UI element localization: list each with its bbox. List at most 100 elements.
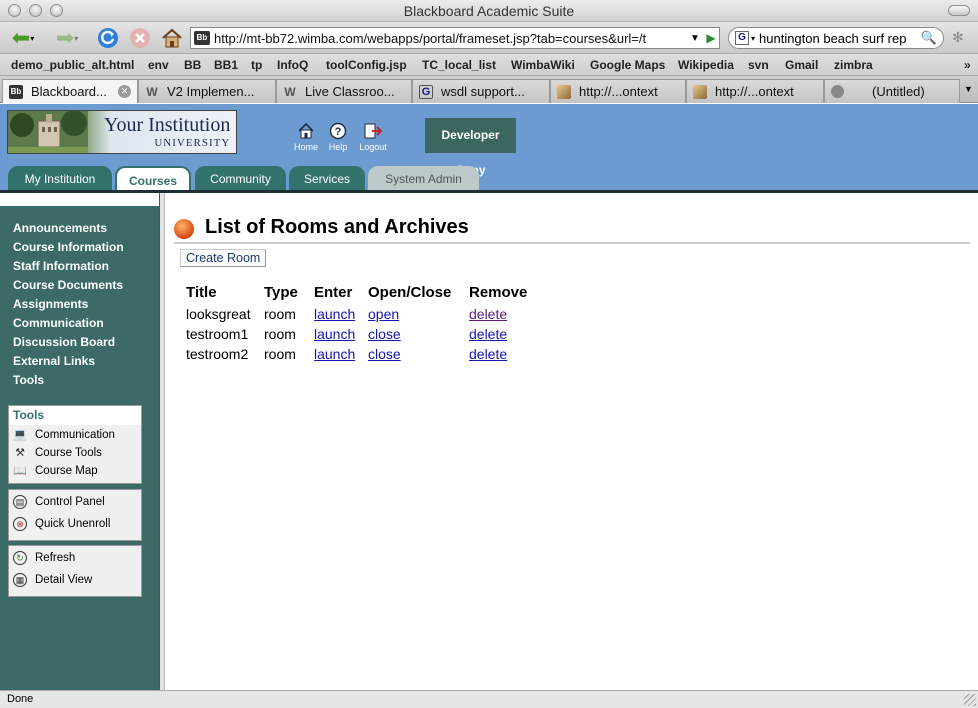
delete-link[interactable]: delete [469,306,507,322]
control-panel-link[interactable]: ▤ Control Panel [13,495,105,509]
browser-tab[interactable]: W V2 Implemen... [138,79,276,103]
nav-communication[interactable]: Communication [13,316,104,330]
bookmark-item[interactable]: BB1 [214,58,238,72]
bookmark-item[interactable]: WimbaWiki [511,58,575,72]
magnifier-icon[interactable]: 🔍 [921,30,937,46]
search-field[interactable]: G ▾ huntington beach surf rep 🔍 [728,27,944,49]
detail-view-link[interactable]: ▦ Detail View [13,573,92,587]
nav-assignments[interactable]: Assignments [13,297,88,311]
svg-text:?: ? [335,126,342,138]
forward-arrow-icon: ➡ [55,25,75,50]
tool-label: Quick Unenroll [35,518,111,530]
nav-announcements[interactable]: Announcements [13,221,107,235]
tool-label: Course Tools [35,447,102,459]
frame-divider[interactable] [159,193,165,690]
google-engine-icon[interactable]: G [735,31,749,45]
tab-system-admin[interactable]: System Admin [368,166,479,191]
url-dropdown-icon[interactable]: ▼ [687,33,703,44]
bookmark-item[interactable]: svn [748,58,769,72]
tab-label: Live Classroo... [305,84,395,99]
bookmark-item[interactable]: demo_public_alt.html [11,58,134,72]
tab-courses[interactable]: Courses [115,166,191,191]
view-box: ↻ Refresh ▦ Detail View [8,545,142,597]
nav-course-documents[interactable]: Course Documents [13,278,123,292]
tab-label: http://...ontext [715,84,794,99]
bookmark-item[interactable]: InfoQ [277,58,308,72]
home-button[interactable] [160,26,184,50]
tool-label: Refresh [35,552,76,564]
reload-button[interactable] [96,26,120,50]
room-title: testroom1 [186,326,249,342]
tool-label: Control Panel [35,496,105,508]
browser-tab[interactable]: G wsdl support... [412,79,550,103]
browser-tab[interactable]: W Live Classroo... [276,79,412,103]
main-content: List of Rooms and Archives Create Room T… [166,193,978,690]
campus-building-icon [8,111,88,153]
logo-title: Your Institution [104,114,231,136]
close-link[interactable]: close [368,346,401,362]
close-link[interactable]: close [368,326,401,342]
bookmark-item[interactable]: Google Maps [590,58,665,72]
logout-link[interactable]: Logout [353,122,393,152]
tool-communication[interactable]: 💻 Communication [13,428,115,442]
page-title: List of Rooms and Archives [205,216,469,238]
tool-course-tools[interactable]: ⚒ Course Tools [13,446,102,460]
delete-link[interactable]: delete [469,346,507,362]
create-room-button[interactable]: Create Room [180,249,267,267]
tab-label: V2 Implemen... [167,84,255,99]
help-link[interactable]: ? Help [318,122,358,152]
bookmark-item[interactable]: tp [251,58,262,72]
open-link[interactable]: open [368,306,399,322]
home-icon [162,28,182,48]
bookmark-item[interactable]: Wikipedia [678,58,734,72]
bookmark-item[interactable]: zimbra [834,58,873,72]
browser-tab[interactable]: http://...ontext [550,79,686,103]
bookmark-item[interactable]: BB [184,58,201,72]
back-button[interactable]: ⬅ ▾ [4,26,42,50]
tools-box-header: Tools [9,406,141,425]
tab-services[interactable]: Services [289,166,365,191]
bookmark-item[interactable]: Gmail [785,58,818,72]
bookmark-item[interactable]: TC_local_list [422,58,496,72]
room-title: testroom2 [186,346,249,362]
google-favicon-icon: G [419,84,433,99]
tab-community[interactable]: Community [195,166,286,191]
institution-logo[interactable]: Your Institution UNIVERSITY [7,110,237,154]
column-header-openclose: Open/Close [368,284,452,301]
close-tab-icon[interactable]: ✕ [118,85,131,98]
browser-tab[interactable]: (Untitled) [824,79,960,103]
reload-icon [98,28,118,48]
nav-discussion-board[interactable]: Discussion Board [13,335,115,349]
bb-header: Your Institution UNIVERSITY Home ? Help … [0,104,978,191]
go-arrow-icon[interactable]: ▶ [703,31,719,45]
forward-button[interactable]: ➡ ▾ [48,26,86,50]
browser-tab[interactable]: Bb Blackboard... ✕ [2,79,138,103]
course-menu: Announcements Course Information Staff I… [0,206,159,690]
tool-course-map[interactable]: 📖 Course Map [13,464,98,478]
address-bar[interactable]: Bb http://mt-bb72.wimba.com/webapps/port… [190,27,720,49]
toolbar-toggle-button[interactable] [948,5,970,16]
delete-link[interactable]: delete [469,326,507,342]
nav-staff-information[interactable]: Staff Information [13,259,109,273]
resize-grip-icon[interactable] [964,694,976,706]
nav-tools[interactable]: Tools [13,373,44,387]
developer-copy-badge: Developer Copy [425,118,516,177]
bookmarks-overflow-icon[interactable]: » [964,58,971,72]
browser-tab[interactable]: http://...ontext [686,79,824,103]
launch-link[interactable]: launch [314,326,355,342]
quick-unenroll-link[interactable]: ⊗ Quick Unenroll [13,517,110,531]
help-icon: ? [329,122,347,140]
nav-course-information[interactable]: Course Information [13,240,124,254]
nav-external-links[interactable]: External Links [13,354,95,368]
launch-link[interactable]: launch [314,306,355,322]
url-text: http://mt-bb72.wimba.com/webapps/portal/… [214,30,647,46]
launch-link[interactable]: launch [314,346,355,362]
stop-button[interactable] [128,26,152,50]
bb-favicon-icon: Bb [9,84,23,99]
column-header-remove: Remove [469,284,528,301]
refresh-link[interactable]: ↻ Refresh [13,551,75,565]
bookmark-item[interactable]: toolConfig.jsp [326,58,407,72]
tab-my-institution[interactable]: My Institution [8,166,112,191]
bookmark-item[interactable]: env [148,58,169,72]
tab-list-dropdown-icon[interactable]: ▼ [964,84,973,94]
